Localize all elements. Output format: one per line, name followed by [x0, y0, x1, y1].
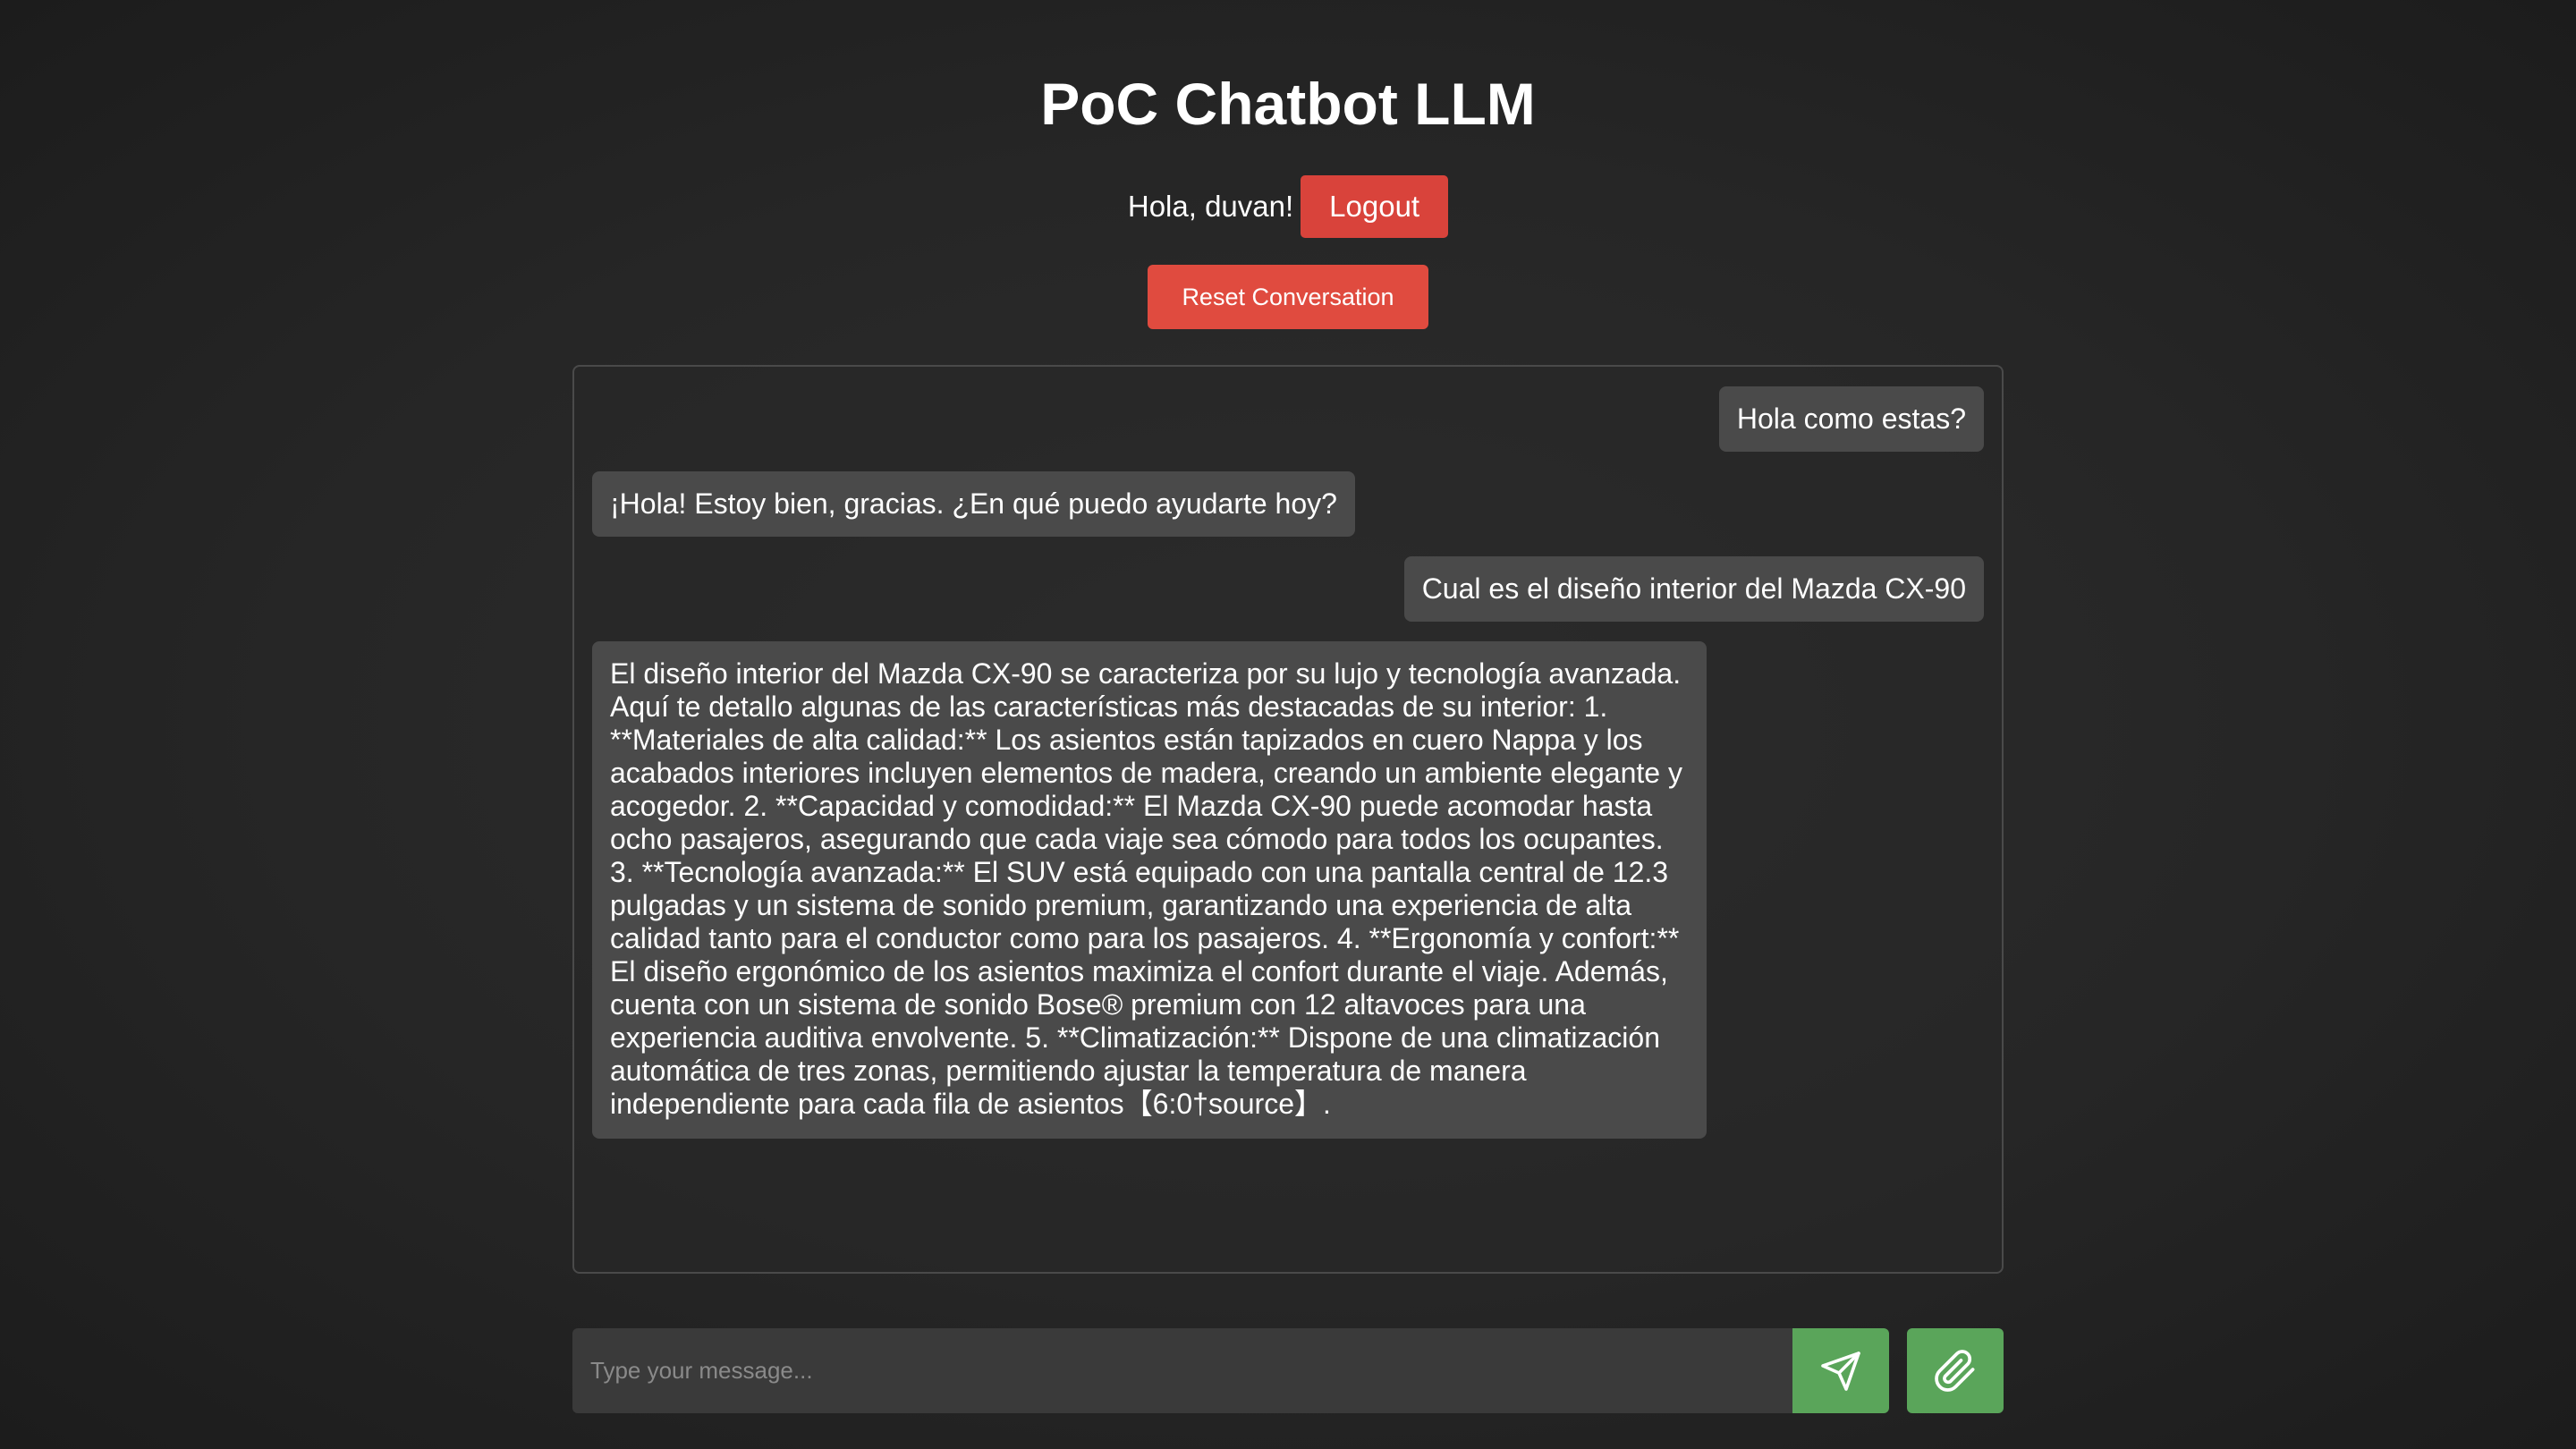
user-message: Hola como estas? [1718, 386, 1984, 452]
attach-button[interactable] [1907, 1328, 2004, 1413]
bot-message: El diseño interior del Mazda CX-90 se ca… [592, 641, 1707, 1139]
message-input[interactable] [572, 1328, 1792, 1413]
chat-window[interactable]: Hola como estas? ¡Hola! Estoy bien, grac… [572, 365, 2004, 1274]
message-composer [572, 1328, 2004, 1413]
send-button[interactable] [1792, 1328, 1889, 1413]
logout-button[interactable]: Logout [1301, 175, 1449, 238]
bot-message: ¡Hola! Estoy bien, gracias. ¿En qué pued… [592, 471, 1355, 537]
user-message: Cual es el diseño interior del Mazda CX-… [1403, 556, 1984, 622]
greeting-text: Hola, duvan! [1127, 190, 1294, 223]
user-bar: Hola, duvan! Logout [0, 175, 2576, 238]
paper-plane-icon [1819, 1350, 1862, 1393]
page-title: PoC Chatbot LLM [1040, 71, 1536, 137]
reset-conversation-button[interactable]: Reset Conversation [1148, 265, 1428, 329]
paperclip-icon [1933, 1349, 1978, 1394]
